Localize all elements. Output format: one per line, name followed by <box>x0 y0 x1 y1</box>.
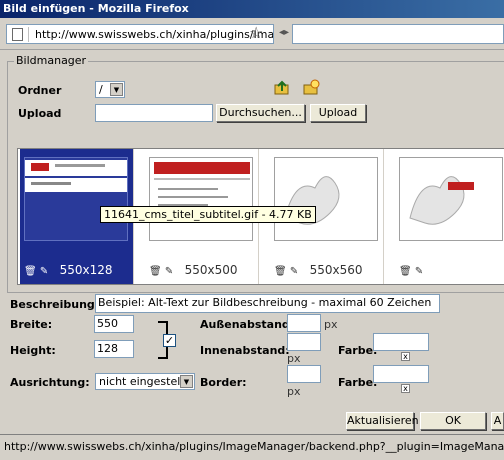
thumbnail-footer: 🗑 ✎ <box>399 263 504 281</box>
search-field[interactable] <box>292 24 504 44</box>
margin-input[interactable] <box>287 314 321 332</box>
align-select-value: nicht eingestellt <box>99 375 188 388</box>
folder-select[interactable]: / ▼ <box>95 81 125 98</box>
padding-color-input[interactable] <box>373 333 429 351</box>
trash-icon[interactable]: 🗑 <box>24 266 37 277</box>
browse-button[interactable]: Durchsuchen... <box>216 104 305 122</box>
dropdown-arrow-icon: ▼ <box>110 83 123 96</box>
border-color-label: Farbe: <box>338 376 378 389</box>
map-sketch-icon <box>284 176 340 225</box>
edit-pencil-icon[interactable]: ✎ <box>290 266 302 277</box>
description-label: Beschreibung: <box>10 298 100 311</box>
search-arrow-icon[interactable]: ◂▸ <box>279 27 289 38</box>
trash-icon[interactable]: 🗑 <box>274 266 287 277</box>
page-icon <box>12 28 23 41</box>
thumbnail-footer: 🗑 ✎ 550x128 <box>24 263 130 281</box>
thumbnail-image[interactable] <box>399 157 503 241</box>
ok-button[interactable]: OK <box>420 412 486 430</box>
thumbnail-footer: 🗑 ✎ 550x560 <box>274 263 380 281</box>
height-label: Height: <box>10 344 56 357</box>
thumbnail-footer: 🗑 ✎ 550x500 <box>149 263 255 281</box>
description-input[interactable]: Beispiel: Alt-Text zur Bildbeschreibung … <box>95 294 440 313</box>
status-url: http://www.swisswebs.ch/xinha/plugins/Im… <box>4 440 504 453</box>
folder-label: Ordner <box>18 84 62 97</box>
padding-color-label: Farbe: <box>338 344 378 357</box>
border-color-clear-button[interactable]: x <box>401 384 410 393</box>
thumbnail-dimensions: 550x560 <box>309 263 363 277</box>
padding-unit: px <box>287 352 301 365</box>
border-label: Border: <box>200 376 247 389</box>
upload-label: Upload <box>18 107 62 120</box>
fieldset-legend: Bildmanager <box>14 54 89 67</box>
upload-file-input[interactable] <box>95 104 213 122</box>
edit-pencil-icon[interactable]: ✎ <box>165 266 177 277</box>
padding-input[interactable] <box>287 333 321 351</box>
upload-button[interactable]: Upload <box>310 104 366 122</box>
thumbnail-image[interactable] <box>149 157 253 241</box>
thumbnail-tooltip: 11641_cms_titel_subtitel.gif - 4.77 KB <box>100 206 316 223</box>
trash-icon[interactable]: 🗑 <box>149 266 162 277</box>
border-input[interactable] <box>287 365 321 383</box>
window-title: Bild einfügen - Mozilla Firefox <box>3 2 189 15</box>
border-unit: px <box>287 385 301 398</box>
height-input[interactable]: 128 <box>94 340 134 358</box>
align-select[interactable]: nicht eingestellt ▼ <box>95 373 195 390</box>
url-text: http://www.swisswebs.ch/xinha/plugins/Im… <box>35 28 274 41</box>
thumbnail-dimensions: 550x128 <box>59 263 113 277</box>
map-logo-icon <box>409 176 474 225</box>
trash-icon[interactable]: 🗑 <box>399 266 412 277</box>
new-folder-icon[interactable] <box>303 79 320 96</box>
padding-label: Innenabstand: <box>200 344 290 357</box>
dropdown-arrow-icon: ▼ <box>180 375 193 388</box>
edit-pencil-icon[interactable]: ✎ <box>40 266 52 277</box>
url-field[interactable]: http://www.swisswebs.ch/xinha/plugins/Im… <box>6 24 274 44</box>
url-separator <box>28 27 29 42</box>
thumbnail-image[interactable] <box>274 157 378 241</box>
thumbnail-item[interactable]: 🗑 ✎ <box>395 149 504 284</box>
folder-select-value: / <box>99 83 103 96</box>
edit-pencil-icon[interactable]: ✎ <box>415 266 427 277</box>
folder-up-icon[interactable] <box>274 80 290 96</box>
thumbnail-dimensions: 550x500 <box>184 263 238 277</box>
refresh-button[interactable]: Aktualisieren <box>346 412 419 430</box>
align-label: Ausrichtung: <box>10 376 90 389</box>
width-input[interactable]: 550 <box>94 315 134 333</box>
margin-label: Außenabstand: <box>200 318 295 331</box>
constrain-proportions-checkbox[interactable]: ✓ <box>163 334 176 347</box>
status-bar: http://www.swisswebs.ch/xinha/plugins/Im… <box>0 434 504 460</box>
cancel-button[interactable]: A <box>491 412 504 430</box>
width-label: Breite: <box>10 318 53 331</box>
margin-unit: px <box>324 318 338 331</box>
thumbnail-image[interactable] <box>24 157 128 241</box>
border-color-input[interactable] <box>373 365 429 383</box>
padding-color-clear-button[interactable]: x <box>401 352 410 361</box>
bookmark-star-icon[interactable]: ☆ <box>249 23 263 42</box>
window-titlebar: Bild einfügen - Mozilla Firefox <box>0 0 504 18</box>
